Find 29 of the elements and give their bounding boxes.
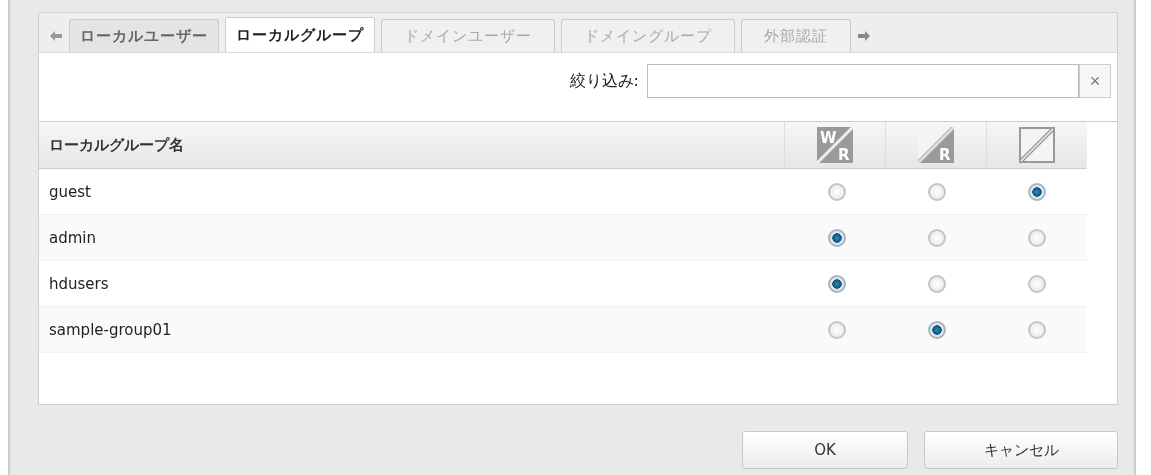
radio-button[interactable] [1028,320,1046,339]
radio-button[interactable] [828,274,846,293]
group-name: sample-group01 [48,320,173,339]
radio-button[interactable] [1028,182,1046,201]
no-access-icon [1019,127,1055,163]
tab[interactable]: ローカルグループ [225,17,375,52]
read-only-icon: R [918,127,954,163]
left-arrow-icon[interactable] [49,29,63,42]
radio-button[interactable] [828,320,846,339]
radio-button[interactable] [828,228,846,247]
radio-button[interactable] [1028,274,1046,293]
radio-button[interactable] [928,320,946,339]
group-name: admin [48,228,97,247]
cancel-button[interactable]: キャンセル [924,431,1118,469]
filter-label: 絞り込み: [569,70,639,92]
group-name: hdusers [48,274,110,293]
radio-button[interactable] [928,274,946,293]
radio-button[interactable] [928,182,946,201]
right-arrow-icon[interactable] [857,29,871,42]
radio-button[interactable] [928,228,946,247]
read-write-icon: W R [817,127,853,163]
column-header: ローカルグループ名 [48,135,185,155]
radio-button[interactable] [828,182,846,201]
tab[interactable]: ローカルユーザー [69,19,219,52]
clear-button[interactable]: × [1079,64,1111,98]
filter-field[interactable] [647,64,1079,98]
ok-button[interactable]: OK [742,431,908,469]
group-name: guest [48,182,92,201]
radio-button[interactable] [1028,228,1046,247]
